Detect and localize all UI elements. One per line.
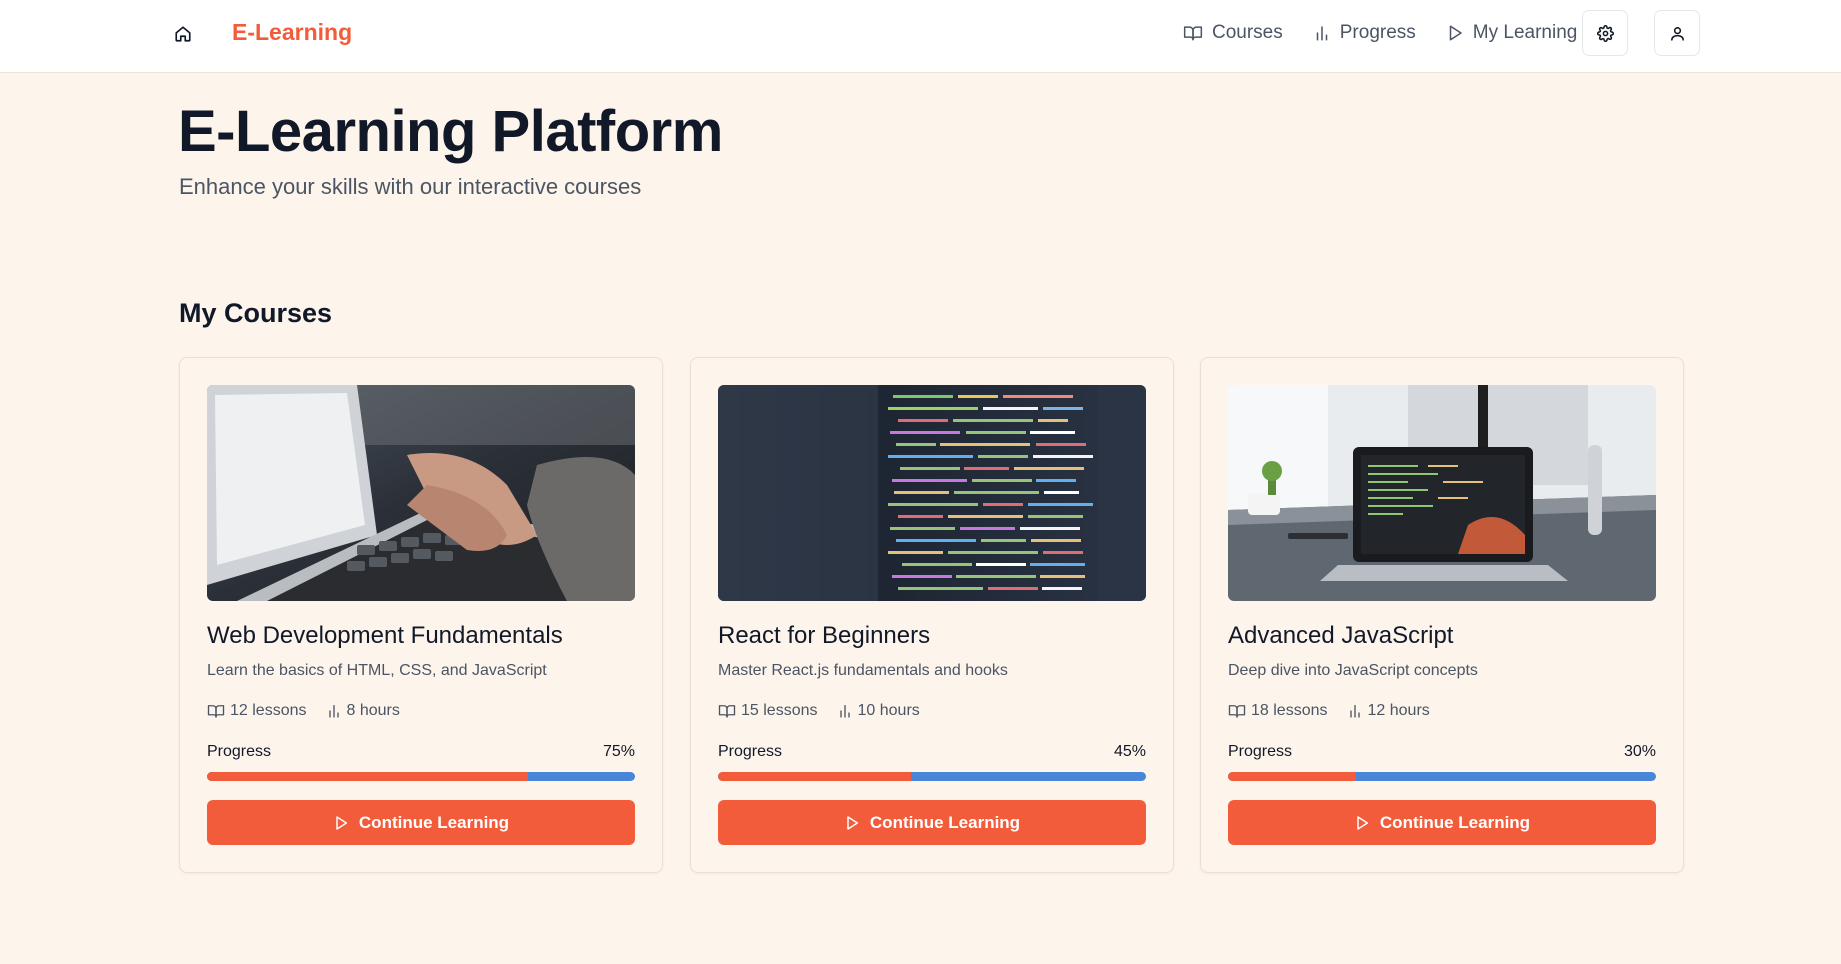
course-image [1228, 385, 1656, 601]
course-meta: 15 lessons 10 hours [718, 702, 939, 720]
play-icon [1449, 25, 1462, 41]
continue-learning-label: Continue Learning [1379, 812, 1531, 832]
book-icon [718, 705, 736, 718]
settings-icon [1596, 24, 1614, 42]
lessons-count: 15 lessons [718, 702, 818, 720]
bar-chart-icon [1316, 26, 1327, 41]
book-icon [1183, 26, 1203, 41]
user-profile-button[interactable] [1654, 10, 1700, 56]
settings-button[interactable] [1582, 10, 1628, 56]
continue-learning-button[interactable]: Continue Learning [1228, 800, 1656, 845]
section-title: My Courses [179, 298, 333, 328]
nav-progress-label: Progress [1339, 22, 1416, 43]
continue-learning-label: Continue Learning [358, 812, 510, 832]
progress-bar [1228, 772, 1656, 781]
course-title: Web Development Fundamentals [207, 622, 563, 649]
lessons-count: 18 lessons [1228, 702, 1328, 720]
course-meta: 18 lessons 12 hours [1228, 702, 1449, 720]
hours-text: 12 hours [1367, 702, 1430, 719]
course-description: Master React.js fundamentals and hooks [718, 662, 1008, 679]
hours-text: 8 hours [346, 702, 400, 719]
hours-count: 10 hours [837, 702, 920, 720]
progress-bar-fill [718, 772, 911, 781]
nav-progress[interactable]: Progress [1313, 22, 1416, 44]
progress-bar-fill [207, 772, 528, 781]
progress-value: 30% [1623, 743, 1656, 760]
course-description: Learn the basics of HTML, CSS, and JavaS… [207, 662, 547, 679]
hours-text: 10 hours [857, 702, 920, 719]
nav-courses[interactable]: Courses [1183, 22, 1283, 44]
progress-value: 75% [602, 743, 635, 760]
hours-count: 12 hours [1347, 702, 1430, 720]
continue-learning-button[interactable]: Continue Learning [718, 800, 1146, 845]
bar-chart-icon [1349, 705, 1360, 718]
course-title: React for Beginners [718, 622, 931, 649]
course-title: Advanced JavaScript [1228, 622, 1454, 649]
progress-value: 45% [1113, 743, 1146, 760]
brand-logo-text[interactable]: E-Learning [232, 19, 352, 46]
play-icon [336, 815, 347, 830]
progress-bar [718, 772, 1146, 781]
lessons-text: 15 lessons [741, 702, 818, 719]
course-image [207, 385, 635, 601]
course-image [718, 385, 1146, 601]
home-icon[interactable] [170, 21, 196, 47]
main-nav: Courses Progress My Learning [1183, 18, 1607, 48]
continue-learning-button[interactable]: Continue Learning [207, 800, 635, 845]
course-card: React for Beginners Master React.js fund… [690, 357, 1174, 873]
book-icon [207, 705, 225, 718]
course-card: Advanced JavaScript Deep dive into JavaS… [1200, 357, 1684, 873]
play-icon [1357, 815, 1368, 830]
page-subtitle: Enhance your skills with our interactive… [179, 174, 642, 199]
lessons-text: 12 lessons [230, 702, 307, 719]
continue-learning-label: Continue Learning [869, 812, 1021, 832]
progress-bar-fill [1228, 772, 1357, 781]
book-icon [1228, 705, 1246, 718]
page-title: E-Learning Platform [178, 99, 723, 164]
progress-label: Progress [1228, 743, 1293, 760]
play-icon [847, 815, 858, 830]
lessons-text: 18 lessons [1251, 702, 1328, 719]
nav-courses-label: Courses [1212, 22, 1283, 43]
top-navigation-bar: E-Learning Courses Progress My Learning [0, 0, 1841, 73]
progress-label: Progress [207, 743, 272, 760]
hours-count: 8 hours [326, 702, 400, 720]
course-card: Web Development Fundamentals Learn the b… [179, 357, 663, 873]
nav-my-learning-label: My Learning [1472, 22, 1578, 43]
course-meta: 12 lessons 8 hours [207, 702, 419, 720]
nav-my-learning[interactable]: My Learning [1446, 22, 1578, 44]
bar-chart-icon [328, 705, 339, 718]
progress-label: Progress [718, 743, 783, 760]
user-icon [1670, 26, 1684, 41]
lessons-count: 12 lessons [207, 702, 307, 720]
progress-bar [207, 772, 635, 781]
bar-chart-icon [839, 705, 850, 718]
course-description: Deep dive into JavaScript concepts [1228, 662, 1478, 679]
